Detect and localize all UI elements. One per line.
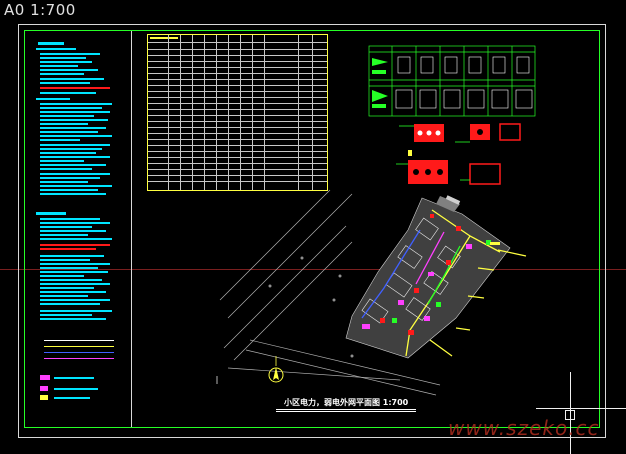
detail-table	[368, 45, 536, 117]
cursor-crosshair-horizontal	[536, 408, 626, 409]
site-plan-drawing	[216, 45, 536, 396]
drawing-title: 小区电力，弱电外网平面图 1:700	[284, 398, 409, 407]
duct-bank-details	[396, 123, 521, 185]
road-lines	[219, 189, 353, 361]
detail-table-border	[368, 45, 536, 117]
watermark: www.szeko.cc	[448, 416, 600, 440]
tree-symbols	[268, 256, 354, 358]
title-underline	[276, 411, 416, 412]
north-arrow	[268, 356, 284, 383]
detail-table-green-marks	[372, 58, 388, 108]
title-underline	[276, 409, 416, 410]
